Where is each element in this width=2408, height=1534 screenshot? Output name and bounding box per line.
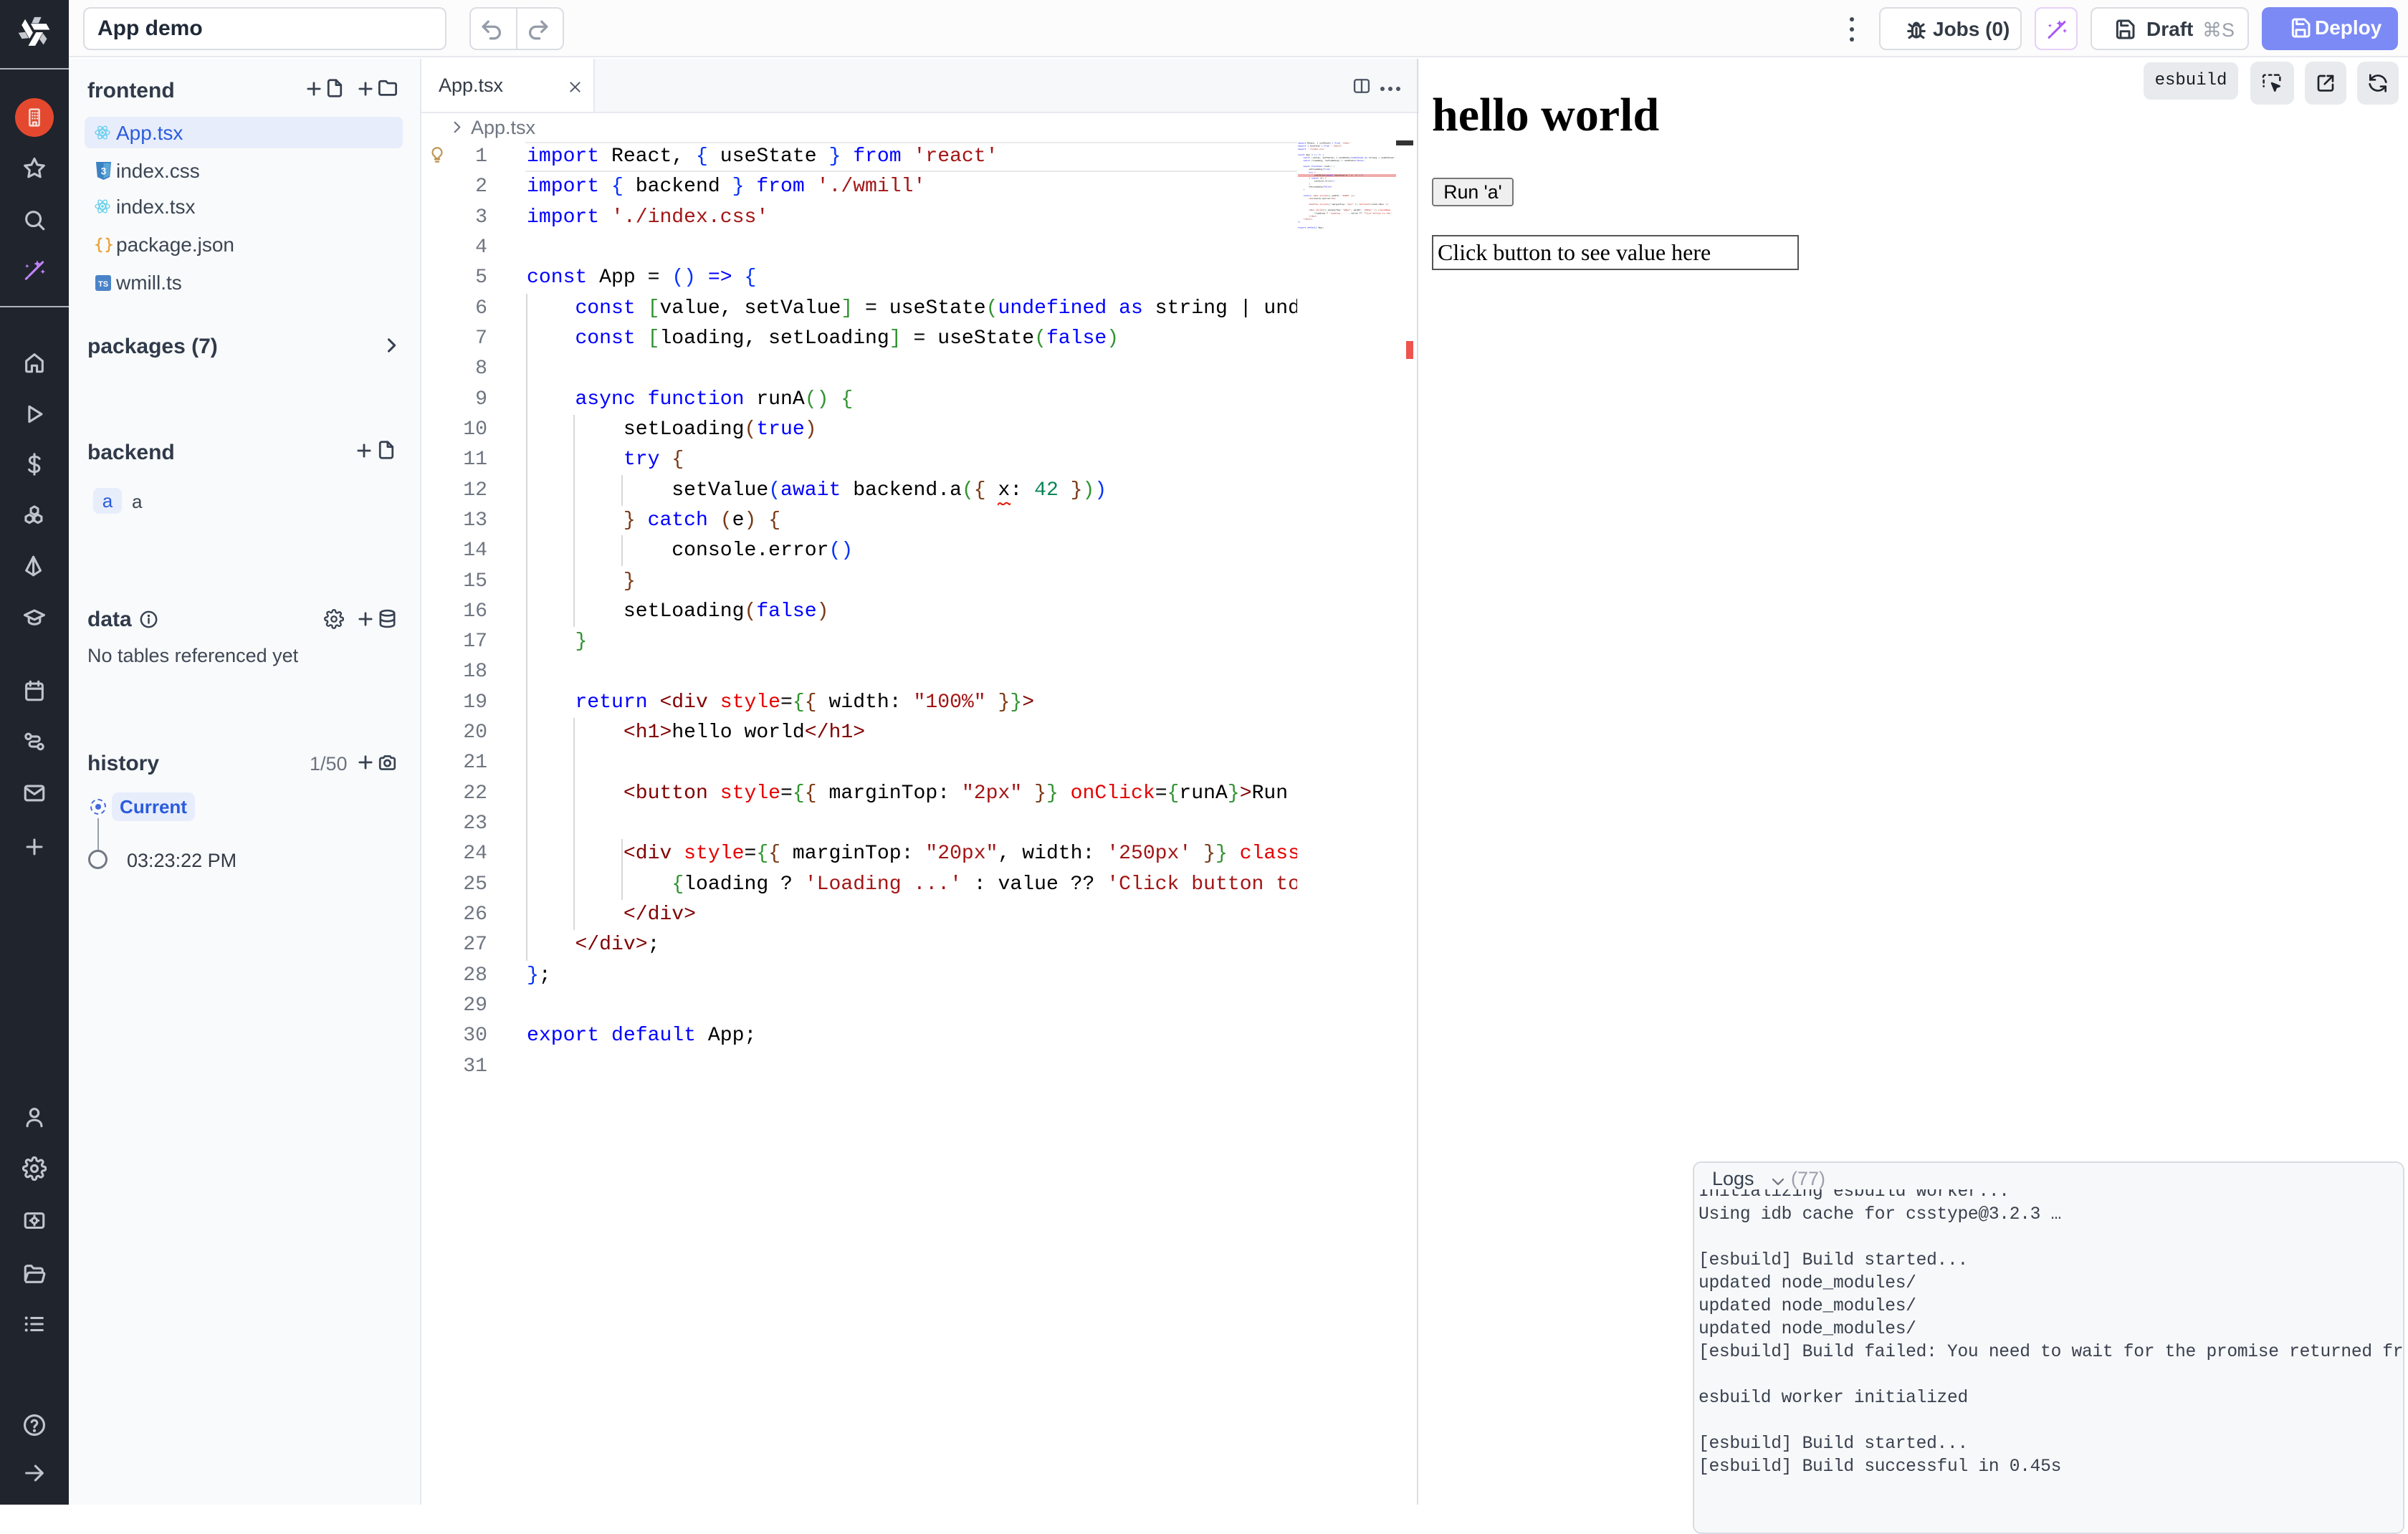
svg-text:TS: TS [98,280,108,289]
svg-text:3: 3 [101,166,106,176]
